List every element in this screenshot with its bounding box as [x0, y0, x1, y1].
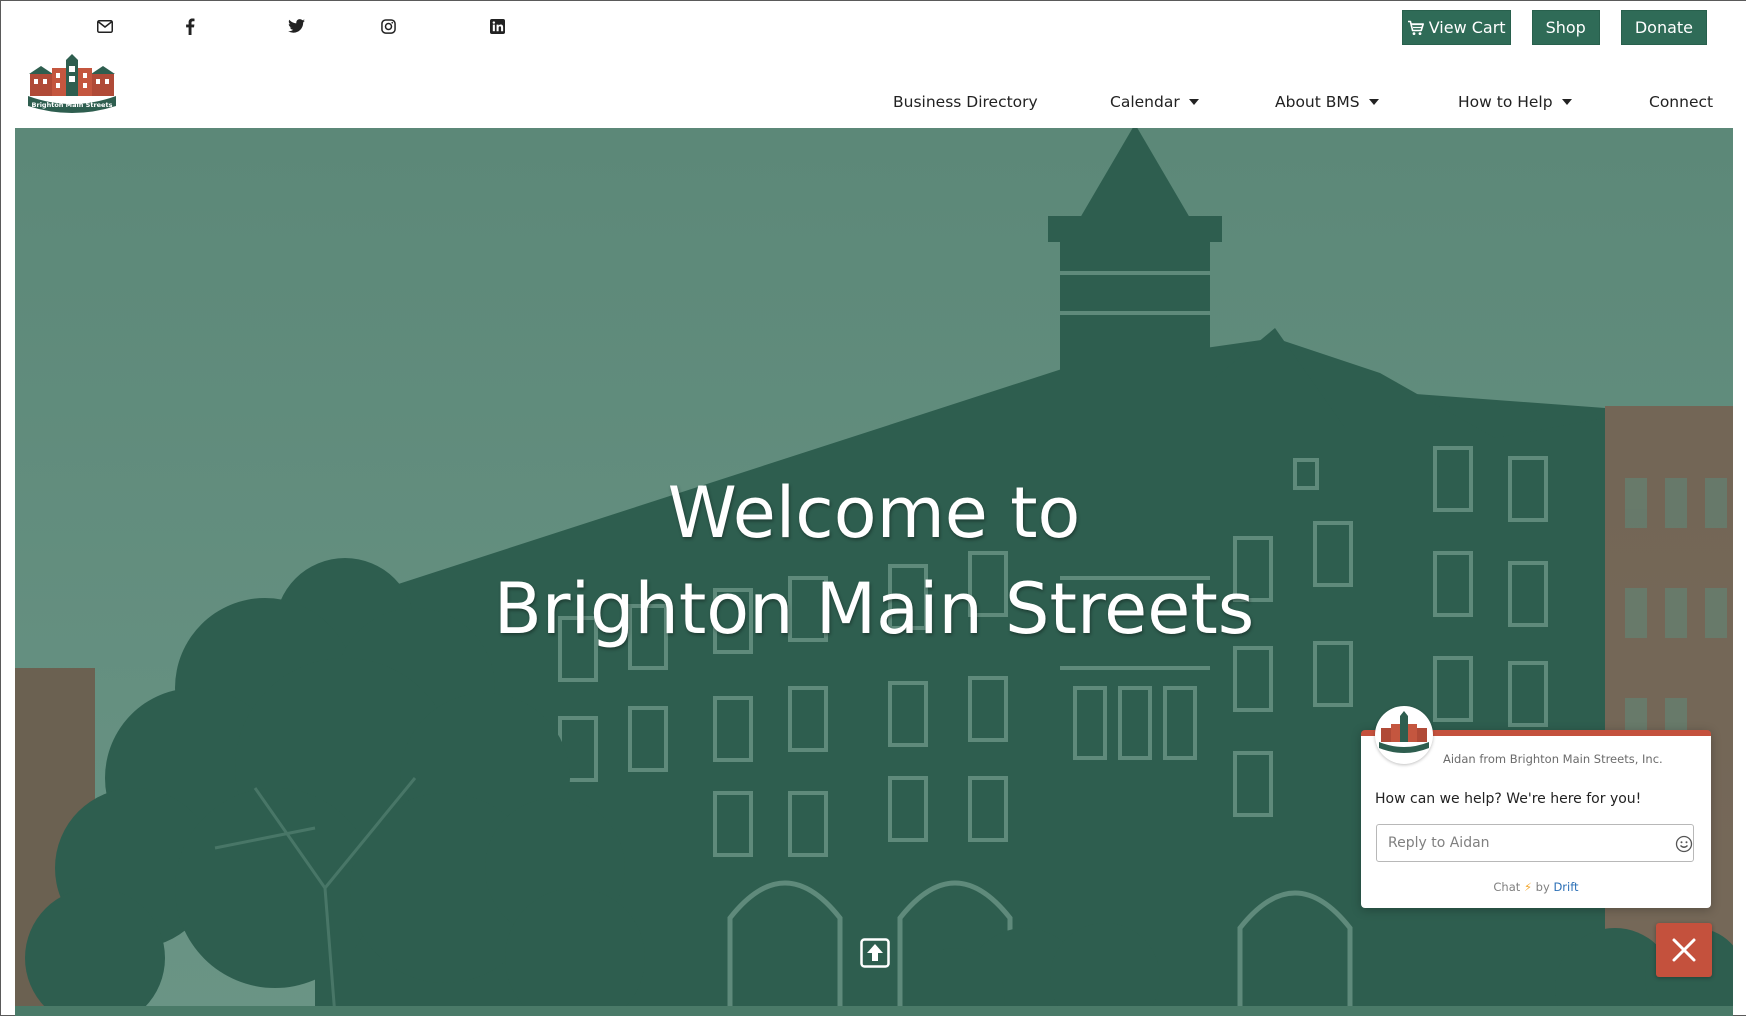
nav-label: Calendar — [1110, 93, 1180, 111]
chat-footer-chat: Chat — [1493, 880, 1521, 894]
nav-label: Connect — [1649, 93, 1714, 111]
lightning-icon: ⚡ — [1523, 880, 1533, 894]
chat-message: How can we help? We're here for you! — [1375, 791, 1642, 807]
nav-about-bms[interactable]: About BMS — [1275, 93, 1379, 111]
brighton-main-streets-logo[interactable]: Brighton Main Streets — [26, 54, 118, 116]
chat-close-button[interactable] — [1656, 923, 1712, 977]
email-icon[interactable] — [93, 14, 117, 38]
nav-label: About BMS — [1275, 93, 1360, 111]
facebook-icon[interactable] — [178, 14, 202, 38]
chat-footer: Chat ⚡ by Drift — [1361, 880, 1711, 894]
view-cart-button[interactable]: View Cart — [1401, 10, 1511, 45]
chat-sender: Aidan from Brighton Main Streets, Inc. — [1443, 752, 1663, 766]
twitter-icon[interactable] — [284, 14, 308, 38]
top-actions: View Cart Shop Donate — [1401, 10, 1707, 45]
hero-title-line1: Welcome to — [667, 471, 1081, 554]
close-icon — [1672, 938, 1696, 962]
nav-connect[interactable]: Connect — [1649, 93, 1713, 111]
chat-reply-input[interactable] — [1376, 824, 1694, 862]
svg-text:Brighton Main Streets: Brighton Main Streets — [32, 101, 113, 109]
cart-icon — [1407, 20, 1424, 35]
nav-label: How to Help — [1458, 93, 1553, 111]
nav-business-directory[interactable]: Business Directory — [893, 93, 1038, 111]
caret-down-icon — [1188, 99, 1199, 105]
linkedin-icon[interactable] — [485, 14, 509, 38]
nav-calendar[interactable]: Calendar — [1110, 93, 1199, 111]
nav-how-to-help[interactable]: How to Help — [1458, 93, 1572, 111]
instagram-icon[interactable] — [376, 14, 400, 38]
chat-avatar — [1375, 706, 1433, 764]
emoji-icon[interactable] — [1675, 835, 1693, 853]
caret-down-icon — [1368, 99, 1379, 105]
chat-widget: Aidan from Brighton Main Streets, Inc. H… — [1361, 706, 1711, 908]
drift-link[interactable]: Drift — [1553, 880, 1578, 894]
scroll-to-top-icon[interactable] — [860, 938, 890, 968]
chat-footer-by: by — [1535, 880, 1550, 894]
donate-button[interactable]: Donate — [1620, 10, 1707, 45]
shop-button[interactable]: Shop — [1531, 10, 1600, 45]
hero-title: Welcome to Brighton Main Streets — [15, 465, 1733, 657]
view-cart-label: View Cart — [1428, 18, 1506, 37]
hero-title-line2: Brighton Main Streets — [493, 567, 1255, 650]
caret-down-icon — [1561, 99, 1572, 105]
nav-label: Business Directory — [893, 93, 1038, 111]
